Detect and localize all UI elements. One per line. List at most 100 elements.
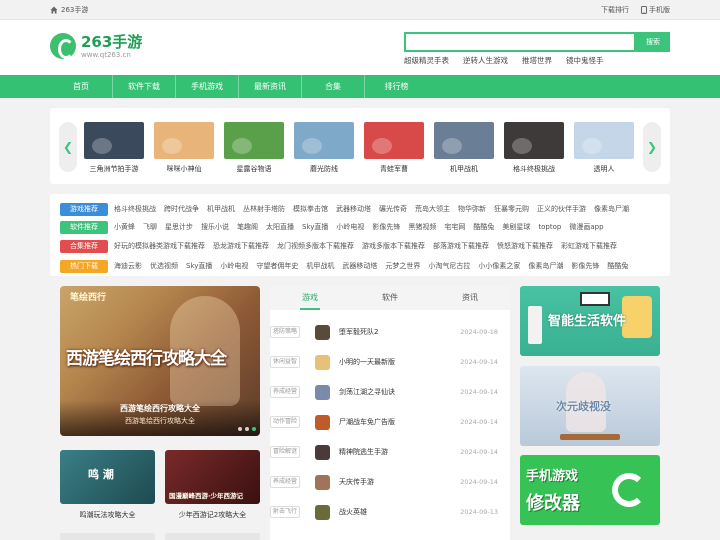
tag-link[interactable]: 恐龙游戏下载推荐 xyxy=(213,241,269,251)
tag-row-label[interactable]: 热门下载 xyxy=(60,259,108,273)
search-button[interactable]: 搜索 xyxy=(636,32,670,52)
tag-link[interactable]: 碾光传奇 xyxy=(379,204,407,214)
mini-article-card[interactable]: 鸣 潮 鸣潮玩法攻略大全 xyxy=(60,450,155,520)
tag-link[interactable]: 愤怒游戏下载推荐 xyxy=(497,241,553,251)
nav-item-software[interactable]: 软件下载 xyxy=(113,75,176,98)
tag-link[interactable]: 机甲战机 xyxy=(306,261,334,271)
tag-link[interactable]: 格斗终极挑战 xyxy=(114,204,156,214)
tag-link[interactable]: 小小像素之家 xyxy=(478,261,520,271)
nav-item-games[interactable]: 手机游戏 xyxy=(176,75,239,98)
mobile-version-link[interactable]: 手机版 xyxy=(641,5,670,15)
carousel-game-card[interactable]: 格斗终极挑战 xyxy=(504,122,564,174)
tag-link[interactable]: 黑猪视频 xyxy=(408,222,436,232)
tag-link[interactable]: 元梦之世界 xyxy=(385,261,420,271)
tag-link[interactable]: 搜乐小说 xyxy=(201,222,229,232)
ad-smart-life[interactable]: 智能生活软件 xyxy=(520,286,660,356)
carousel-game-card[interactable]: 透明人 xyxy=(574,122,634,174)
tag-row-label[interactable]: 合集推荐 xyxy=(60,239,108,253)
tag-link[interactable]: 酷酷兔 xyxy=(607,261,628,271)
tag-row-label[interactable]: 游戏推荐 xyxy=(60,202,108,216)
tag-link[interactable]: 跨时代战争 xyxy=(164,204,199,214)
tab-games[interactable]: 游戏 xyxy=(270,286,350,310)
mini-article-card[interactable]: 国漫巅峰西游·少年西游记 少年西游记2攻略大全 xyxy=(165,450,260,520)
nav-item-rankings[interactable]: 排行榜 xyxy=(365,75,428,98)
nav-item-home[interactable]: 首页 xyxy=(50,75,113,98)
tab-software[interactable]: 软件 xyxy=(350,286,430,310)
tag-link[interactable]: 荒岛大领主 xyxy=(415,204,450,214)
tag-link[interactable]: Sky直播 xyxy=(186,261,212,271)
tag-link[interactable]: 小淘气尼古拉 xyxy=(428,261,470,271)
tag-link[interactable]: 武器移动塔 xyxy=(342,261,377,271)
category-badge[interactable]: 射击飞行 xyxy=(270,506,300,518)
tag-link[interactable]: 飞聊 xyxy=(143,222,157,232)
list-item[interactable]: 养成经营 天庆传手游 2024-09-14 xyxy=(270,471,510,493)
tag-link[interactable]: 优选视频 xyxy=(150,261,178,271)
tag-link[interactable]: 机甲战机 xyxy=(207,204,235,214)
tag-link[interactable]: 酷酷兔 xyxy=(473,222,494,232)
category-badge[interactable]: 动作冒险 xyxy=(270,416,300,428)
tag-link[interactable]: 龙门视频多版本下载推荐 xyxy=(277,241,354,251)
tab-news[interactable]: 资讯 xyxy=(430,286,510,310)
tag-link[interactable]: 武器移动塔 xyxy=(336,204,371,214)
tag-link[interactable]: 丛林射手塔防 xyxy=(243,204,285,214)
hot-word-link[interactable]: 超级精灵手表 xyxy=(404,55,449,66)
nav-item-collections[interactable]: 合集 xyxy=(302,75,365,98)
carousel-game-card[interactable]: 机甲战机 xyxy=(434,122,494,174)
list-item[interactable]: 塔防策略 堕军毅死队2 2024-09-18 xyxy=(270,321,510,343)
category-badge[interactable]: 休闲益智 xyxy=(270,356,300,368)
tag-link[interactable]: 美剧星球 xyxy=(502,222,530,232)
tag-link[interactable]: 海迪云影 xyxy=(114,261,142,271)
tag-link[interactable]: toptop xyxy=(538,223,561,231)
carousel-game-card[interactable]: 蘑光防线 xyxy=(294,122,354,174)
hot-word-link[interactable]: 推塔世界 xyxy=(522,55,552,66)
tag-link[interactable]: 影像先锋 xyxy=(571,261,599,271)
tag-link[interactable]: 小岭电视 xyxy=(336,222,364,232)
nav-item-news[interactable]: 最新资讯 xyxy=(239,75,302,98)
ad-game-modifier[interactable]: 手机游戏 修改器 xyxy=(520,455,660,525)
download-rank-link[interactable]: 下载排行 xyxy=(601,5,629,15)
category-badge[interactable]: 养成经营 xyxy=(270,476,300,488)
tag-link[interactable]: 彩虹游戏下载推荐 xyxy=(561,241,617,251)
list-item[interactable]: 养成经营 剑荡江湖之寻仙诀 2024-09-14 xyxy=(270,381,510,403)
category-badge[interactable]: 冒险解谜 xyxy=(270,446,300,458)
category-badge[interactable]: 养成经营 xyxy=(270,386,300,398)
ad-anime[interactable]: 次元歧视没 xyxy=(520,366,660,446)
tag-link[interactable]: 影像先锋 xyxy=(372,222,400,232)
tag-link[interactable]: 微漫画app xyxy=(569,222,603,232)
tag-link[interactable]: 物华弥新 xyxy=(458,204,486,214)
list-item[interactable]: 休闲益智 小明的一天最新版 2024-09-14 xyxy=(270,351,510,373)
hot-word-link[interactable]: 镜中鬼怪手 xyxy=(566,55,604,66)
tag-link[interactable]: 宅宅网 xyxy=(444,222,465,232)
list-item[interactable]: 动作冒险 尸潮战车免广告版 2024-09-14 xyxy=(270,411,510,433)
carousel-prev-button[interactable]: ❮ xyxy=(59,122,77,172)
tag-link[interactable]: 正义的伙伴手游 xyxy=(537,204,586,214)
carousel-game-card[interactable]: 青蛙军曹 xyxy=(364,122,424,174)
list-item[interactable]: 射击飞行 战火英雄 2024-09-13 xyxy=(270,501,510,523)
tag-link[interactable]: 守望者佣年史 xyxy=(256,261,298,271)
carousel-game-card[interactable]: 咪咪小神仙 xyxy=(154,122,214,174)
tag-link[interactable]: 部落游戏下载推荐 xyxy=(433,241,489,251)
carousel-next-button[interactable]: ❯ xyxy=(643,122,661,172)
tag-link[interactable]: 小黄蜂 xyxy=(114,222,135,232)
tag-link[interactable]: 笔趣阁 xyxy=(237,222,258,232)
pagination-dot[interactable] xyxy=(238,427,242,431)
tag-link[interactable]: 像素岛尸潮 xyxy=(594,204,629,214)
tag-link[interactable]: 星思计步 xyxy=(165,222,193,232)
pagination-dot[interactable] xyxy=(245,427,249,431)
tag-link[interactable]: 狂暴零元购 xyxy=(494,204,529,214)
pagination-dot-active[interactable] xyxy=(252,427,256,431)
site-logo[interactable]: 263手游 www.qt263.cn xyxy=(50,33,142,59)
tag-link[interactable]: 模拟拳击馆 xyxy=(293,204,328,214)
carousel-game-card[interactable]: 星露谷物语 xyxy=(224,122,284,174)
hot-word-link[interactable]: 逆转人生游戏 xyxy=(463,55,508,66)
list-item[interactable]: 冒险解谜 精神院逃生手游 2024-09-14 xyxy=(270,441,510,463)
featured-banner[interactable]: 笔绘西行 西游笔绘西行攻略大全 西游笔绘西行攻略大全 西游笔绘西行攻略大全 xyxy=(60,286,260,436)
tag-link[interactable]: 小岭电视 xyxy=(220,261,248,271)
tag-link[interactable]: 像素岛尸潮 xyxy=(528,261,563,271)
tag-link[interactable]: Sky直播 xyxy=(302,222,328,232)
tag-link[interactable]: 游戏多版本下载推荐 xyxy=(362,241,425,251)
tag-link[interactable]: 太阳直播 xyxy=(266,222,294,232)
category-badge[interactable]: 塔防策略 xyxy=(270,326,300,338)
home-link[interactable]: 263手游 xyxy=(50,5,88,15)
tag-row-label[interactable]: 软件推荐 xyxy=(60,220,108,234)
